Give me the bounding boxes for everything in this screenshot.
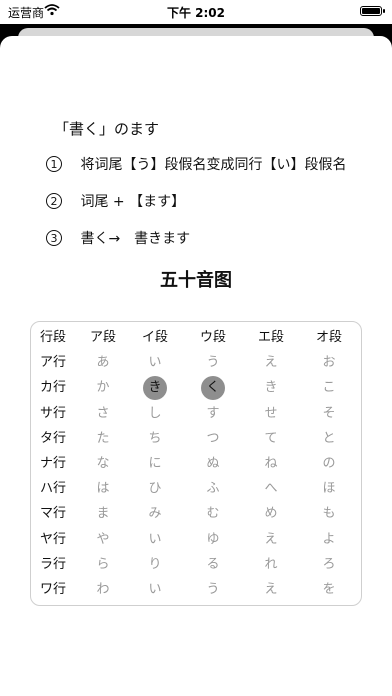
kana-cell: る xyxy=(206,556,220,572)
step-number-3: 3 xyxy=(46,230,62,246)
kana-cell: に xyxy=(148,456,162,471)
table-row: ア行 あ い う え お xyxy=(31,350,363,375)
table-title: 五十音图 xyxy=(160,270,232,291)
column-header: ウ段 xyxy=(199,330,226,345)
row-label: ア行 xyxy=(39,355,66,371)
kana-cell: ほ xyxy=(322,481,336,497)
kana-cell-highlighted: く xyxy=(191,375,235,401)
kana-cell: て xyxy=(264,430,278,446)
kana-cell: ら xyxy=(96,556,110,572)
kana-cell: と xyxy=(322,430,336,446)
kana-highlight-text: き xyxy=(143,376,167,401)
step-number-2: 2 xyxy=(46,193,62,209)
table-row: サ行 さ し す せ そ xyxy=(31,401,363,426)
table-row: ラ行 ら り る れ ろ xyxy=(31,552,363,577)
kana-cell: か xyxy=(96,380,110,396)
kana-cell: ぬ xyxy=(206,456,220,471)
kana-cell: さ xyxy=(96,405,110,421)
step-1: 1 将词尾【う】段假名变成同行【い】段假名 xyxy=(46,154,346,174)
table-row: ハ行 は ひ ふ へ ほ xyxy=(31,476,363,501)
kana-highlight-text: く xyxy=(201,376,225,401)
kana-cell: き xyxy=(264,380,278,396)
kana-cell: え xyxy=(264,582,278,597)
row-label: ラ行 xyxy=(39,556,66,572)
table-row: ワ行 わ い う え を xyxy=(31,577,363,602)
step-text-3: 書く→ 書きます xyxy=(80,231,191,247)
kana-cell: あ xyxy=(96,355,110,371)
row-label: ハ行 xyxy=(39,481,66,497)
kana-cell: し xyxy=(148,405,162,421)
kana-cell: へ xyxy=(264,481,278,497)
table-row: カ行 か き く き こ xyxy=(31,375,363,401)
kana-cell: を xyxy=(322,582,336,597)
step-number-1: 1 xyxy=(46,156,62,172)
row-label: マ行 xyxy=(39,506,66,522)
table-row: ヤ行 や い ゆ え よ xyxy=(31,527,363,552)
row-label: カ行 xyxy=(39,380,66,396)
kana-cell: や xyxy=(96,531,110,547)
table-row: タ行 た ち つ て と xyxy=(31,426,363,451)
kana-cell: お xyxy=(322,355,336,371)
column-header: ア段 xyxy=(89,330,116,345)
kana-cell: う xyxy=(206,355,220,371)
kana-cell: え xyxy=(264,355,278,371)
table-header-row: 行段 ア段 イ段 ウ段 エ段 オ段 xyxy=(31,325,363,350)
row-label: ヤ行 xyxy=(39,531,66,547)
kana-cell: め xyxy=(264,506,278,522)
kana-cell: ゆ xyxy=(206,531,220,547)
kana-cell: み xyxy=(148,506,162,522)
kana-cell: う xyxy=(206,582,220,597)
status-bar: 运营商 下午 2:02 xyxy=(0,0,392,24)
kana-cell: い xyxy=(148,531,162,547)
kana-cell: も xyxy=(322,506,336,522)
kana-cell: ひ xyxy=(148,481,162,497)
row-label: ワ行 xyxy=(39,582,66,597)
column-header: エ段 xyxy=(257,330,284,345)
kana-cell: ね xyxy=(264,456,278,471)
column-header: オ段 xyxy=(315,330,342,345)
kana-cell: え xyxy=(264,531,278,547)
kana-cell: わ xyxy=(96,582,110,597)
kana-cell: な xyxy=(96,456,110,471)
status-time: 下午 2:02 xyxy=(166,6,226,20)
kana-cell: す xyxy=(206,405,220,421)
kana-cell: い xyxy=(148,582,162,597)
kana-table: 行段 ア段 イ段 ウ段 エ段 オ段 ア行あいうえおカ行かきくきこサ行さしすせそタ行たちつてと… xyxy=(30,321,362,606)
step-text-2: 词尾 + 【ます】 xyxy=(80,194,186,210)
table-row: ナ行 な に ぬ ね の xyxy=(31,451,363,476)
step-3: 3 書く→ 書きます xyxy=(46,228,190,248)
kana-cell: れ xyxy=(264,556,278,572)
table-row: マ行 ま み む め も xyxy=(31,501,363,526)
kana-cell: り xyxy=(148,556,162,572)
kana-cell: よ xyxy=(322,531,336,547)
lesson-title: 「書く」のます xyxy=(54,120,160,138)
kana-cell: つ xyxy=(206,430,220,446)
row-label: タ行 xyxy=(39,430,66,446)
kana-cell: そ xyxy=(322,405,336,421)
kana-cell: い xyxy=(148,355,162,371)
kana-cell: せ xyxy=(264,405,278,421)
kana-cell-highlighted: き xyxy=(133,375,177,401)
kana-cell: ふ xyxy=(206,481,220,497)
step-2: 2 词尾 + 【ます】 xyxy=(46,191,185,211)
kana-cell: ま xyxy=(96,506,110,522)
kana-cell: こ xyxy=(322,380,336,396)
kana-cell: は xyxy=(96,481,110,497)
column-header: イ段 xyxy=(141,330,168,345)
kana-cell: た xyxy=(96,430,110,446)
row-label: ナ行 xyxy=(39,456,66,471)
step-text-1: 将词尾【う】段假名变成同行【い】段假名 xyxy=(80,157,347,173)
kana-cell: の xyxy=(322,456,336,471)
kana-cell: ろ xyxy=(322,556,336,572)
row-label: サ行 xyxy=(39,405,66,421)
kana-cell: ち xyxy=(148,430,162,446)
column-header: 行段 xyxy=(39,330,66,345)
battery-icon xyxy=(360,6,385,16)
kana-cell: む xyxy=(206,506,220,522)
